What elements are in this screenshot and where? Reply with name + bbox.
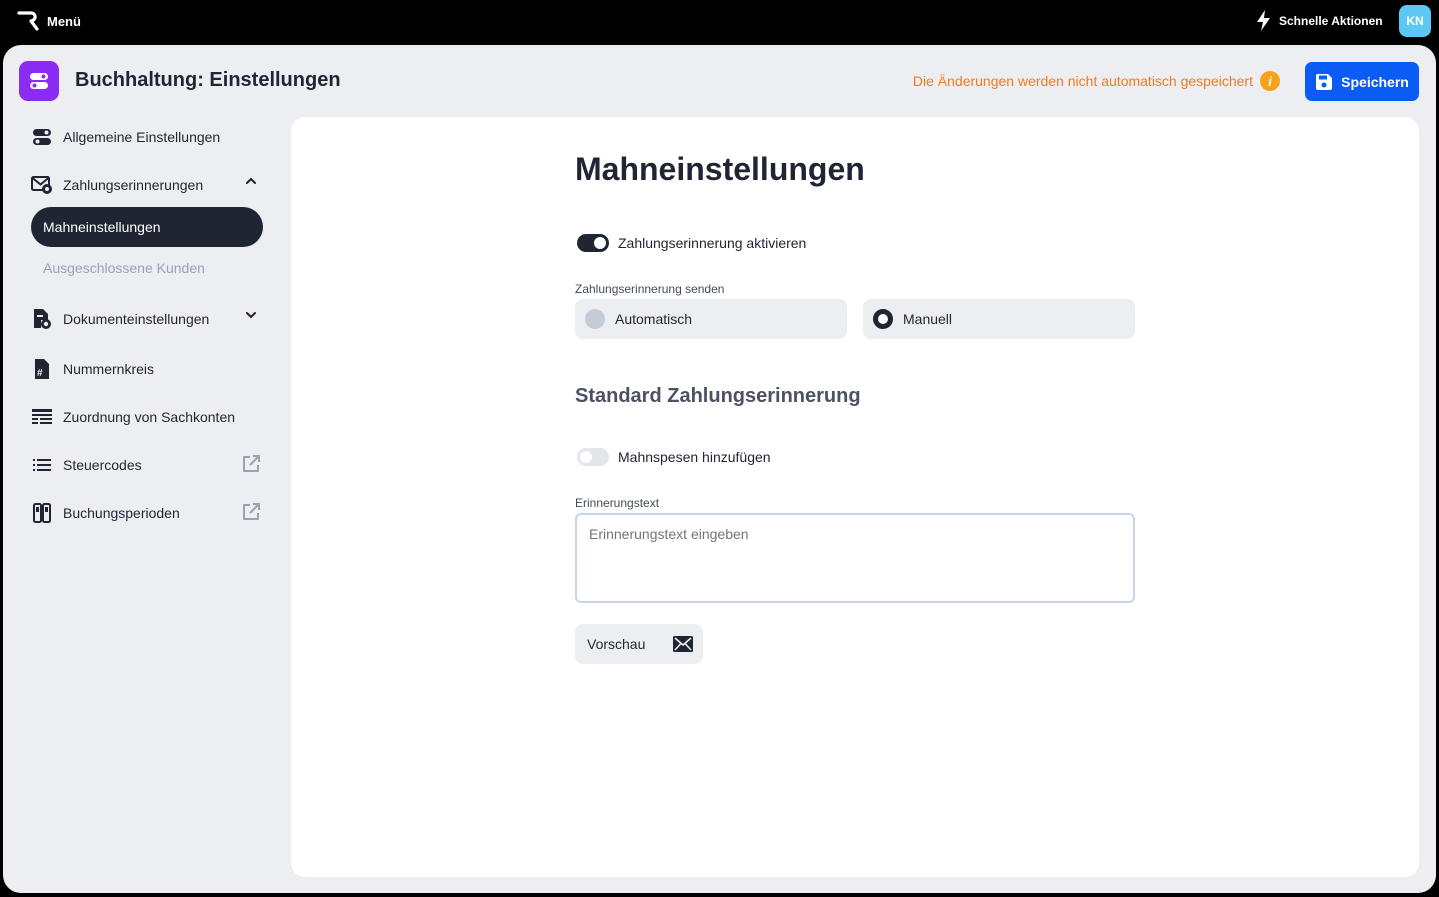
radio-unselected[interactable] [585, 309, 605, 329]
page-title: Buchhaltung: Einstellungen [75, 69, 341, 91]
chevron-down-icon[interactable] [245, 311, 257, 319]
enable-reminder-toggle[interactable] [577, 234, 609, 252]
toggles-icon [31, 126, 53, 148]
ledger-icon [31, 406, 53, 428]
sidebar-item-account-mapping[interactable]: Zuordnung von Sachkonten [31, 405, 235, 429]
section-title: Mahneinstellungen [575, 151, 865, 187]
send-mode-option-manual[interactable]: Manuell [863, 299, 1135, 339]
hash-document-icon: # [31, 358, 53, 380]
app-frame: Buchhaltung: Einstellungen Die Änderunge… [3, 45, 1436, 893]
reminder-text-input[interactable] [575, 513, 1135, 603]
save-button[interactable]: Speichern [1305, 62, 1419, 101]
reminder-text-label: Erinnerungstext [575, 496, 660, 510]
subsection-title: Standard Zahlungserinnerung [575, 385, 861, 407]
add-fees-toggle[interactable] [577, 448, 609, 466]
sidebar-item-label: Zuordnung von Sachkonten [63, 409, 236, 425]
sidebar-item-tax-codes[interactable]: Steuercodes [31, 453, 263, 477]
send-mode-label: Zahlungserinnerung senden [575, 282, 725, 296]
fees-row: Mahnspesen hinzufügen [577, 448, 771, 466]
enable-reminder-row: Zahlungserinnerung aktivieren [577, 234, 806, 252]
list-icon [31, 454, 53, 476]
sidebar-item-label: Allgemeine Einstellungen [63, 129, 221, 145]
sidebar-subitem-dunning-settings[interactable]: Mahneinstellungen [31, 207, 263, 247]
quick-actions-label: Schnelle Aktionen [1279, 13, 1383, 28]
radio-selected[interactable] [873, 309, 893, 329]
unsaved-notice-text: Die Änderungen werden nicht automatisch … [912, 73, 1253, 89]
menu-button[interactable]: Menü [47, 14, 81, 29]
sidebar-item-document-settings[interactable]: Dokumenteinstellungen [31, 307, 263, 331]
send-mode-option-automatic[interactable]: Automatisch [575, 299, 847, 339]
sidebar-item-general-settings[interactable]: Allgemeine Einstellungen [31, 125, 220, 149]
preview-button[interactable]: Vorschau [575, 624, 703, 664]
main-panel: Mahneinstellungen Zahlungserinnerung akt… [291, 117, 1419, 877]
sidebar-item-label: Nummernkreis [63, 361, 155, 377]
sidebar-item-number-ranges[interactable]: # Nummernkreis [31, 357, 154, 381]
svg-text:#: # [37, 368, 43, 379]
avatar[interactable]: KN [1399, 5, 1431, 37]
top-bar: Menü Schnelle Aktionen KN [0, 0, 1439, 45]
mail-reminder-icon [31, 174, 53, 196]
periods-icon [31, 502, 53, 524]
preview-label: Vorschau [587, 636, 646, 652]
unsaved-notice: Die Änderungen werden nicht automatisch … [913, 71, 1280, 91]
envelope-icon [673, 636, 693, 652]
sidebar-item-label: Dokumenteinstellungen [63, 311, 210, 327]
option-label: Automatisch [615, 311, 693, 327]
app-logo-icon[interactable] [17, 11, 39, 31]
settings-app-icon [19, 61, 59, 101]
quick-actions-button[interactable]: Schnelle Aktionen [1254, 9, 1383, 32]
save-label: Speichern [1341, 73, 1409, 90]
enable-reminder-label: Zahlungserinnerung aktivieren [618, 235, 807, 251]
lightning-icon [1257, 10, 1270, 31]
document-settings-icon [31, 308, 53, 330]
sidebar-item-booking-periods[interactable]: Buchungsperioden [31, 501, 263, 525]
sidebar-item-payment-reminders[interactable]: Zahlungserinnerungen [31, 173, 263, 197]
sidebar-item-label: Zahlungserinnerungen [63, 177, 204, 193]
sidebar-item-label: Buchungsperioden [63, 505, 180, 521]
external-link-icon[interactable] [241, 502, 261, 522]
sidebar-subitem-excluded-customers[interactable]: Ausgeschlossene Kunden [43, 260, 205, 276]
chevron-up-icon[interactable] [245, 177, 257, 185]
floppy-disk-icon [1316, 73, 1333, 90]
sidebar-item-label: Steuercodes [63, 457, 142, 473]
info-icon[interactable]: i [1260, 71, 1280, 91]
option-label: Manuell [903, 311, 953, 327]
add-fees-label: Mahnspesen hinzufügen [618, 449, 771, 465]
external-link-icon[interactable] [241, 454, 261, 474]
